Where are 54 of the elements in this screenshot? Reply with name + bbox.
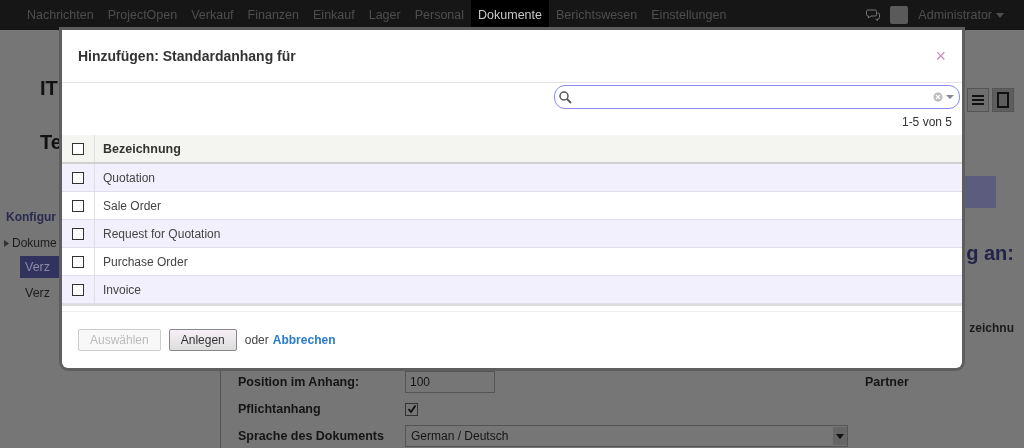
- nav-menu-item[interactable]: Personal: [407, 0, 472, 30]
- section-heading: g an:: [966, 242, 1014, 265]
- select-all-checkbox[interactable]: [72, 142, 84, 155]
- row-checkbox[interactable]: [72, 283, 84, 296]
- table-cell[interactable]: Sale Order: [95, 198, 162, 213]
- table-cell[interactable]: Invoice: [95, 282, 142, 297]
- table-cell[interactable]: Request for Quotation: [95, 226, 221, 241]
- nav-menu-item[interactable]: Nachrichten: [20, 0, 101, 30]
- cancel-link[interactable]: Abbrechen: [272, 333, 336, 347]
- table-cell[interactable]: Quotation: [95, 170, 156, 185]
- or-text: oder: [244, 333, 269, 347]
- nav-menu-item[interactable]: Einstellungen: [644, 0, 734, 30]
- search-field[interactable]: [554, 85, 960, 109]
- field-label: Sprache des Dokuments: [238, 429, 385, 443]
- select-field[interactable]: German / Deutsch: [405, 425, 848, 447]
- nav-menu-item[interactable]: Dokumente: [471, 0, 549, 30]
- search-icon: [559, 90, 572, 104]
- chat-icon[interactable]: [866, 9, 881, 21]
- dialog-title: Hinzufügen: Standardanhang für: [78, 48, 296, 64]
- row-checkbox[interactable]: [72, 199, 84, 212]
- field-label: Pflichtanhang: [238, 402, 322, 416]
- row-checkbox[interactable]: [72, 227, 84, 240]
- nav-menu-item[interactable]: Finanzen: [240, 0, 306, 30]
- pager-count: 1-5 von 5: [901, 115, 952, 129]
- sidebar-tree-item[interactable]: Dokume: [0, 236, 62, 250]
- nav-menu-item[interactable]: Verkauf: [184, 0, 241, 30]
- row-checkbox[interactable]: [72, 171, 84, 184]
- nav-menu-item[interactable]: Einkauf: [306, 0, 362, 30]
- field-label: Position im Anhang:: [238, 375, 361, 389]
- column-header[interactable]: Bezeichnung: [95, 141, 181, 156]
- list-icon: [972, 95, 984, 105]
- sidebar-section-title: Konfigur: [5, 210, 57, 224]
- checkbox[interactable]: [405, 402, 418, 416]
- column-label: zeichnu: [969, 321, 1014, 336]
- nav-menu-item[interactable]: ProjectOpen: [100, 0, 185, 30]
- nav-menu-item[interactable]: Berichtswesen: [549, 0, 645, 30]
- list-view-button[interactable]: [967, 88, 989, 112]
- sidebar-subitem[interactable]: Verz: [20, 282, 62, 304]
- avatar-placeholder: [890, 6, 909, 24]
- clear-and-dropdown-icon[interactable]: [933, 92, 955, 102]
- user-menu[interactable]: Administrator: [918, 8, 1004, 22]
- row-checkbox[interactable]: [72, 255, 84, 268]
- sidebar-subitem[interactable]: Verz: [20, 256, 62, 278]
- form-view-button[interactable]: [992, 88, 1014, 112]
- table-cell[interactable]: Purchase Order: [95, 254, 188, 269]
- expand-triangle-icon: [4, 239, 9, 247]
- form-icon: [997, 92, 1009, 108]
- create-button[interactable]: Anlegen: [168, 329, 237, 351]
- column-label: Partner: [865, 375, 910, 389]
- close-button[interactable]: ×: [935, 45, 946, 67]
- caret-icon: [996, 12, 1004, 18]
- input-field[interactable]: 100: [405, 371, 495, 393]
- page-title: IT: [39, 76, 59, 100]
- nav-menu-item[interactable]: Lager: [361, 0, 408, 30]
